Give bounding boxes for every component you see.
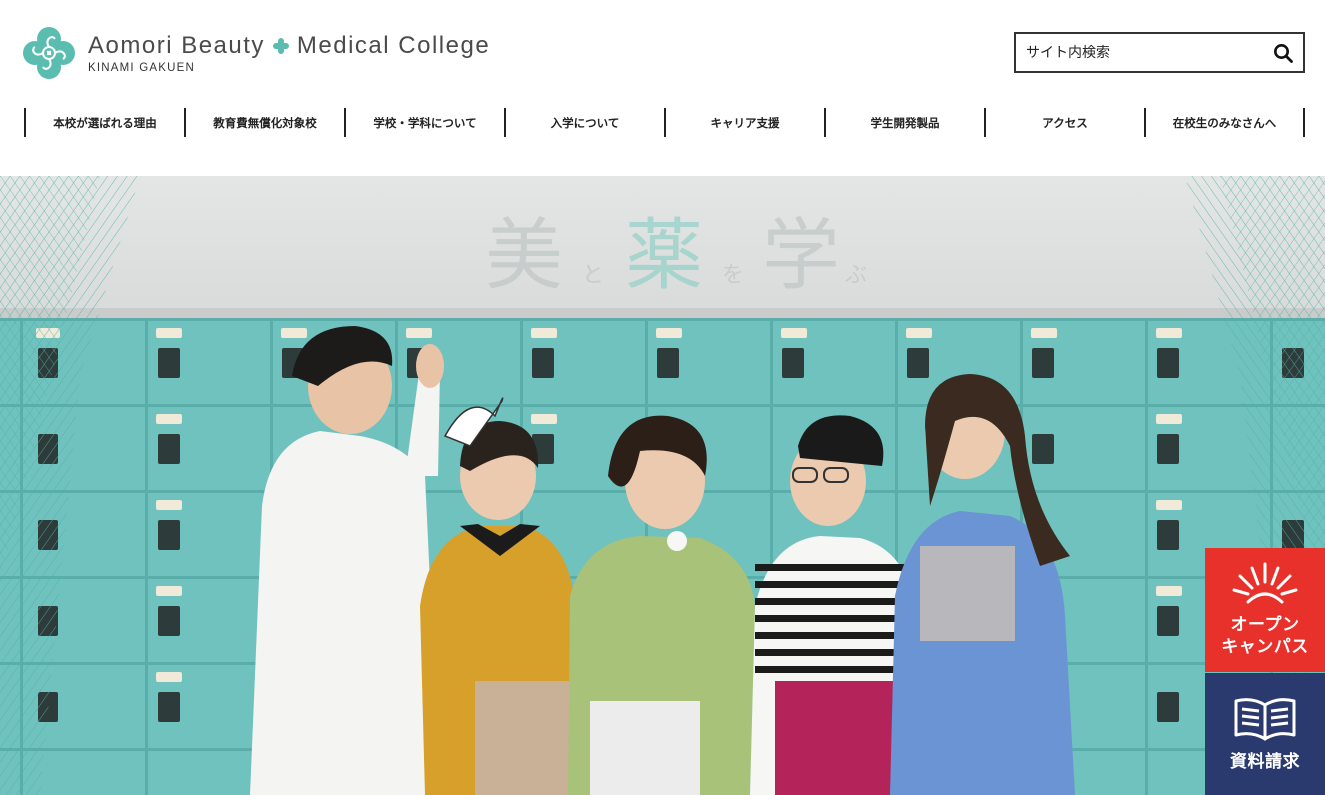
nav-career-support[interactable]: キャリア支援 <box>664 108 824 137</box>
clover-cross-icon <box>272 38 289 54</box>
search-button[interactable] <box>1263 34 1303 71</box>
hero-photo <box>0 176 1325 795</box>
hero-image <box>0 176 1325 795</box>
global-nav: 本校が選ばれる理由 教育費無償化対象校 学校・学科について 入学について キャリ… <box>24 108 1305 137</box>
logo-title-left: Aomori Beauty <box>88 32 265 59</box>
open-campus-label-line1: オープン <box>1230 615 1300 635</box>
nav-student-products[interactable]: 学生開発製品 <box>824 108 984 137</box>
search-input[interactable] <box>1016 34 1263 71</box>
brochure-request-label: 資料請求 <box>1230 752 1300 772</box>
open-campus-button[interactable]: オープン キャンパス <box>1205 548 1325 672</box>
nav-admissions[interactable]: 入学について <box>504 108 664 137</box>
brochure-request-button[interactable]: 資料請求 <box>1205 673 1325 795</box>
site-header: Aomori Beauty Medical College KINAMI GAK… <box>0 0 1325 176</box>
sunburst-icon <box>1232 562 1298 604</box>
open-campus-label-line2: キャンパス <box>1221 637 1309 657</box>
site-logo[interactable]: Aomori Beauty Medical College KINAMI GAK… <box>22 26 512 80</box>
logo-subtitle: KINAMI GAKUEN <box>88 62 195 74</box>
site-search <box>1014 32 1305 73</box>
nav-current-students[interactable]: 在校生のみなさんへ <box>1144 108 1305 137</box>
nav-tuition-free[interactable]: 教育費無償化対象校 <box>184 108 344 137</box>
nav-access[interactable]: アクセス <box>984 108 1144 137</box>
logo-title-right: Medical College <box>296 32 491 59</box>
open-book-icon <box>1234 698 1296 741</box>
clover-logo-icon <box>23 27 75 79</box>
nav-why-choose-us[interactable]: 本校が選ばれる理由 <box>24 108 184 137</box>
search-icon <box>1274 43 1293 63</box>
nav-about-school[interactable]: 学校・学科について <box>344 108 504 137</box>
